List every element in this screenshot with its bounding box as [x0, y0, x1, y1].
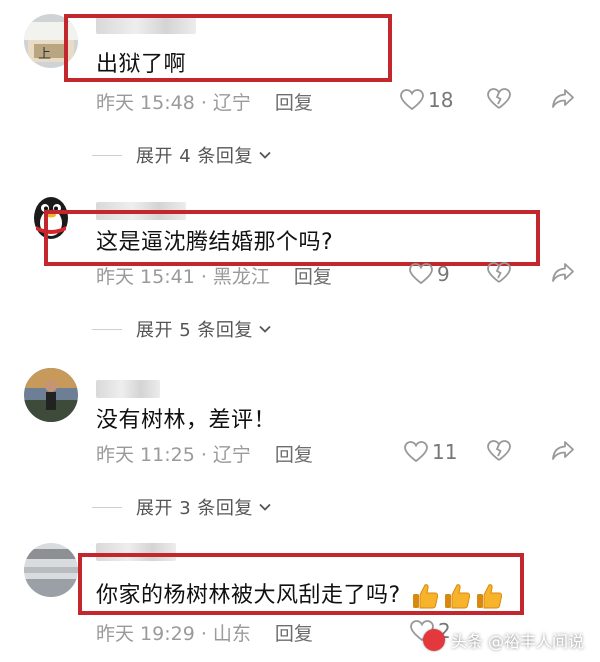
comment-meta: 昨天 15:48 · 辽宁 回复	[96, 88, 313, 115]
like-button[interactable]: 9	[409, 262, 450, 286]
expand-replies-label: 展开 3 条回复	[136, 498, 253, 519]
heart-icon	[409, 263, 433, 285]
like-button[interactable]: 18	[400, 88, 453, 112]
heart-icon	[400, 89, 424, 111]
timestamp-location: 昨天 15:41 · 黑龙江	[96, 266, 270, 288]
dislike-button[interactable]	[487, 262, 511, 284]
expand-replies-button[interactable]: 展开 4 条回复	[92, 142, 273, 168]
watermark: 头条 @裕丰人间说	[422, 628, 584, 652]
like-count: 18	[428, 88, 454, 112]
comment-meta: 昨天 15:41 · 黑龙江 回复	[96, 262, 332, 289]
expand-replies-label: 展开 4 条回复	[136, 146, 253, 167]
timestamp-location: 昨天 15:48 · 辽宁	[96, 92, 251, 114]
comment-meta: 昨天 19:29 · 山东 回复	[96, 619, 313, 646]
broken-heart-icon	[487, 88, 511, 109]
chevron-down-icon	[259, 503, 271, 511]
avatar[interactable]	[24, 543, 78, 597]
comment-meta: 昨天 11:25 · 辽宁 回复	[96, 440, 313, 467]
reply-button[interactable]: 回复	[275, 444, 313, 466]
comment-text: 出狱了啊	[96, 52, 187, 77]
like-count: 11	[432, 440, 458, 464]
thumbs-up-emoji	[477, 584, 503, 609]
dislike-button[interactable]	[487, 440, 511, 462]
expand-replies-button[interactable]: 展开 3 条回复	[92, 494, 273, 520]
username[interactable]	[96, 380, 160, 398]
divider	[92, 506, 122, 508]
timestamp-location: 昨天 19:29 · 山东	[96, 623, 251, 645]
divider	[92, 328, 122, 330]
reply-button[interactable]: 回复	[275, 92, 313, 114]
expand-replies-label: 展开 5 条回复	[136, 320, 253, 341]
comment-text: 你家的杨树林被大风刮走了吗?	[96, 577, 504, 611]
thumbs-up-emoji	[445, 584, 471, 609]
like-count: 9	[437, 262, 450, 286]
dislike-button[interactable]	[487, 88, 511, 110]
share-button[interactable]	[551, 440, 575, 462]
comment-text: 没有树林，差评！	[96, 408, 277, 433]
share-icon	[552, 441, 574, 460]
thumbs-up-emoji	[413, 584, 439, 609]
svg-text:上: 上	[38, 47, 51, 62]
reply-button[interactable]: 回复	[294, 266, 332, 288]
reply-button[interactable]: 回复	[275, 623, 313, 645]
broken-heart-icon	[487, 262, 511, 283]
expand-replies-button[interactable]: 展开 5 条回复	[92, 316, 273, 342]
like-button[interactable]: 11	[404, 440, 457, 464]
avatar[interactable]	[24, 368, 78, 422]
share-icon	[552, 89, 574, 108]
share-button[interactable]	[551, 262, 575, 284]
toutiao-logo-icon	[422, 629, 445, 651]
broken-heart-icon	[487, 440, 511, 461]
watermark-text: 头条 @裕丰人间说	[450, 632, 584, 651]
chevron-down-icon	[259, 325, 271, 333]
divider	[92, 154, 122, 156]
share-icon	[552, 263, 574, 282]
heart-icon	[404, 441, 428, 463]
comment-text: 这是逼沈腾结婚那个吗?	[96, 230, 334, 255]
chevron-down-icon	[259, 151, 271, 159]
timestamp-location: 昨天 11:25 · 辽宁	[96, 444, 251, 466]
comment-text-body: 你家的杨树林被大风刮走了吗?	[96, 583, 401, 608]
share-button[interactable]	[551, 88, 575, 110]
